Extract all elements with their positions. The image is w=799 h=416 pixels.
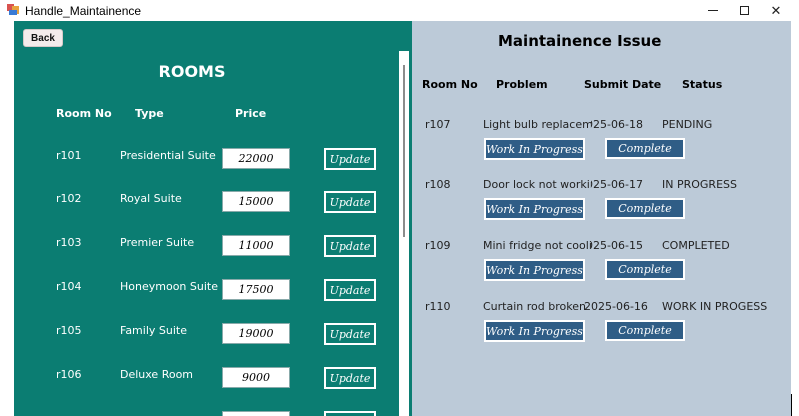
issue-problem: Curtain rod broken <box>483 300 586 313</box>
complete-button[interactable]: Complete <box>605 198 685 219</box>
price-field[interactable] <box>222 411 290 416</box>
issue-problem: Mini fridge not cooling <box>483 239 591 252</box>
room-type: Premier Suite <box>120 236 195 249</box>
work-in-progress-button[interactable]: Work In Progress <box>484 198 585 220</box>
issue-status: IN PROGRESS <box>662 178 737 191</box>
issue-row: r110 Curtain rod broken 2025-06-16 WORK … <box>412 300 791 350</box>
room-row: r106 Deluxe Room 9000 Update <box>14 363 412 391</box>
issue-date: 2025-06-18 <box>591 118 643 131</box>
app-icon <box>7 4 19 16</box>
close-button[interactable]: ✕ <box>760 0 792 21</box>
issue-room: r110 <box>425 300 451 313</box>
room-no: r102 <box>56 192 82 205</box>
room-type: Honeymoon Suite <box>120 280 218 293</box>
issue-row: r107 Light bulb replacement 2025-06-18 P… <box>412 118 791 168</box>
header-room-no: Room No <box>56 107 112 120</box>
update-button[interactable]: Update <box>324 148 376 170</box>
issue-room: r107 <box>425 118 451 131</box>
price-field[interactable]: 15000 <box>222 191 290 212</box>
update-button[interactable]: Update <box>324 235 376 257</box>
room-type: Deluxe Room <box>120 368 194 381</box>
issue-status: COMPLETED <box>662 239 730 252</box>
maintenance-title: Maintainence Issue <box>498 32 662 50</box>
back-button[interactable]: Back <box>23 29 63 47</box>
window-title: Handle_Maintainence <box>25 4 142 18</box>
rooms-title: ROOMS <box>158 62 226 81</box>
price-field[interactable]: 19000 <box>222 323 290 344</box>
room-type: Family Suite <box>120 324 187 337</box>
room-row: r104 Honeymoon Suite 17500 Update <box>14 275 412 303</box>
room-row: r105 Family Suite 19000 Update <box>14 319 412 347</box>
maintenance-panel: Maintainence Issue Room No Problem Submi… <box>412 21 791 416</box>
room-type: Royal Suite <box>120 192 182 205</box>
room-row: r102 Royal Suite 15000 Update <box>14 187 412 215</box>
update-button[interactable]: Update <box>324 279 376 301</box>
issue-row: r108 Door lock not working 2025-06-17 IN… <box>412 178 791 228</box>
maintenance-window: Handle_Maintainence ✕ Back ROOMS Room No… <box>0 0 799 416</box>
issue-date: 2025-06-15 <box>591 239 643 252</box>
work-in-progress-button[interactable]: Work In Progress <box>484 320 585 342</box>
header-submit-date: Submit Date <box>584 78 662 91</box>
work-in-progress-button[interactable]: Work In Progress <box>484 138 585 160</box>
room-no: r105 <box>56 324 82 337</box>
room-no: r104 <box>56 280 82 293</box>
header-problem: Problem <box>496 78 548 91</box>
issue-date: 2025-06-17 <box>591 178 643 191</box>
price-field[interactable]: 9000 <box>222 367 290 388</box>
complete-button[interactable]: Complete <box>605 320 685 341</box>
room-type: Presidential Suite <box>120 149 216 162</box>
work-in-progress-button[interactable]: Work In Progress <box>484 259 585 281</box>
maximize-icon <box>739 6 749 15</box>
complete-button[interactable]: Complete <box>605 259 685 280</box>
price-field[interactable]: 17500 <box>222 279 290 300</box>
issue-problem: Door lock not working <box>483 178 591 191</box>
update-button[interactable]: Update <box>324 367 376 389</box>
header-price: Price <box>235 107 267 120</box>
room-row: r101 Presidential Suite 22000 Update <box>14 144 412 172</box>
update-button[interactable]: Update <box>324 191 376 213</box>
maximize-button[interactable] <box>728 0 760 21</box>
title-bar: Handle_Maintainence ✕ <box>0 0 799 21</box>
rooms-panel: Back ROOMS Room No Type Price r101 Presi… <box>14 21 412 416</box>
close-icon: ✕ <box>770 2 782 18</box>
room-row-partial <box>14 407 412 416</box>
issue-date: 2025-06-16 <box>584 300 648 313</box>
header-type: Type <box>135 107 164 120</box>
minimize-icon <box>708 10 718 11</box>
room-no: r106 <box>56 368 82 381</box>
header-status: Status <box>682 78 723 91</box>
header-room-no: Room No <box>422 78 478 91</box>
window-edge <box>791 394 792 416</box>
issue-status: PENDING <box>662 118 713 131</box>
complete-button[interactable]: Complete <box>605 138 685 159</box>
room-row: r103 Premier Suite 11000 Update <box>14 231 412 259</box>
issue-room: r108 <box>425 178 451 191</box>
issue-row: r109 Mini fridge not cooling 2025-06-15 … <box>412 239 791 289</box>
room-no: r103 <box>56 236 82 249</box>
issue-room: r109 <box>425 239 451 252</box>
price-field[interactable]: 11000 <box>222 235 290 256</box>
price-field[interactable]: 22000 <box>222 148 290 169</box>
update-button[interactable] <box>324 411 376 416</box>
minimize-button[interactable] <box>697 0 729 21</box>
room-no: r101 <box>56 149 82 162</box>
scrollbar-thumb[interactable] <box>403 65 405 237</box>
issue-problem: Light bulb replacement <box>483 118 591 131</box>
issue-status: WORK IN PROGESS <box>662 300 768 313</box>
update-button[interactable]: Update <box>324 323 376 345</box>
